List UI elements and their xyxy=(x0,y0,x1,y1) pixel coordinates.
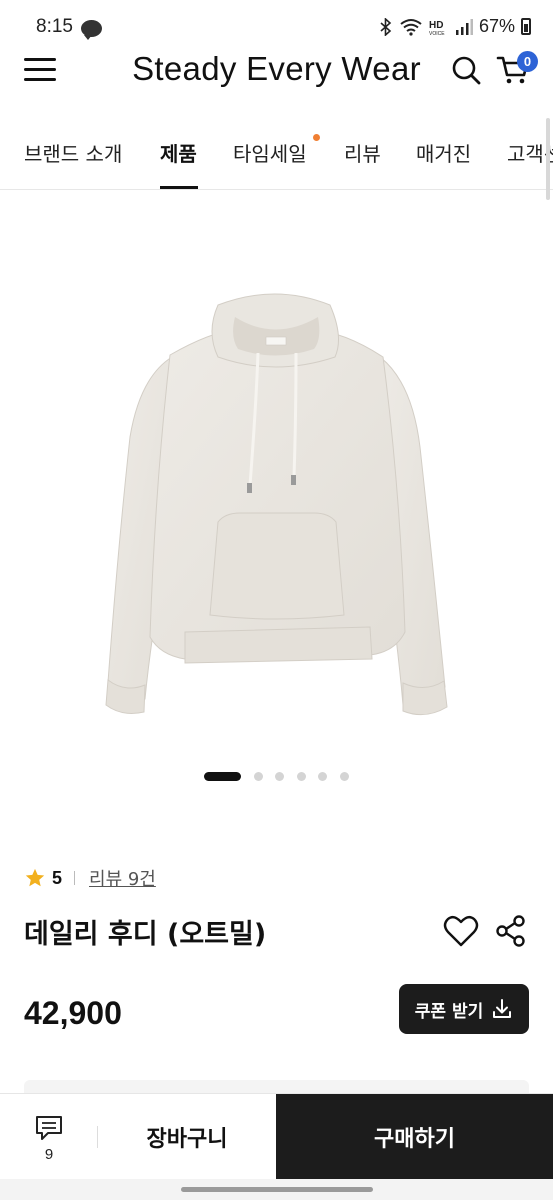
gesture-bar xyxy=(0,1179,553,1200)
gallery-dot-6[interactable] xyxy=(340,772,349,781)
hd-voice-icon: HDVOICE xyxy=(429,20,445,36)
nav-magazine[interactable]: 매거진 xyxy=(416,138,471,167)
svg-text:HD: HD xyxy=(429,20,443,31)
nav-reviews[interactable]: 리뷰 xyxy=(344,138,381,167)
menu-icon[interactable] xyxy=(24,56,56,82)
home-indicator[interactable] xyxy=(181,1187,373,1192)
gallery-pagination xyxy=(0,768,553,784)
category-nav: 브랜드 소개 제품 타임세일 리뷰 매거진 고객센터 xyxy=(0,120,553,190)
nav-active-indicator xyxy=(160,186,198,189)
add-to-cart-button[interactable]: 장바구니 xyxy=(98,1094,276,1180)
gallery-dot-4[interactable] xyxy=(297,772,306,781)
status-time: 8:15 xyxy=(36,16,73,37)
product-title: 데일리 후디 (오트밀) xyxy=(24,919,267,950)
product-rating: 5 리뷰 9건 xyxy=(24,864,156,892)
star-icon xyxy=(25,868,45,887)
coupon-download-button[interactable]: 쿠폰 받기 xyxy=(399,984,529,1034)
status-indicators: HD VOICE 67% xyxy=(379,16,531,37)
download-icon xyxy=(493,999,512,1018)
gallery-dot-3[interactable] xyxy=(275,772,284,781)
hoodie-oatmeal-image xyxy=(105,293,448,716)
bottom-action-bar: 9 장바구니 구매하기 xyxy=(0,1093,553,1180)
battery-percent: 67% xyxy=(478,16,515,36)
rating-divider xyxy=(74,871,76,885)
review-count-link[interactable]: 리뷰 9건 xyxy=(89,865,156,891)
product-gallery[interactable] xyxy=(0,191,553,801)
message-icon xyxy=(36,1116,62,1140)
coupon-label: 쿠폰 받기 xyxy=(414,1001,484,1022)
gallery-dot-1[interactable] xyxy=(204,772,241,781)
nav-brand-intro[interactable]: 브랜드 소개 xyxy=(24,138,122,167)
inquiry-button[interactable]: 9 xyxy=(26,1110,72,1166)
svg-text:VOICE: VOICE xyxy=(429,31,445,36)
wifi-icon xyxy=(400,18,422,36)
rating-score: 5 xyxy=(52,867,63,888)
cart-count-badge: 0 xyxy=(517,51,538,72)
nav-time-sale[interactable]: 타임세일 xyxy=(233,138,307,167)
product-price: 42,900 xyxy=(24,995,122,1031)
search-icon[interactable] xyxy=(450,54,482,86)
signal-icon xyxy=(455,18,473,35)
bluetooth-icon xyxy=(380,17,392,36)
heart-icon[interactable] xyxy=(443,914,479,948)
gallery-dot-2[interactable] xyxy=(254,772,263,781)
gallery-dot-5[interactable] xyxy=(318,772,327,781)
inquiry-count: 9 xyxy=(44,1146,54,1163)
battery-icon xyxy=(521,18,531,35)
scrollbar[interactable] xyxy=(546,118,550,200)
app-header: Steady Every Wear 0 xyxy=(0,42,553,104)
share-icon[interactable] xyxy=(494,914,528,948)
nav-products[interactable]: 제품 xyxy=(160,138,197,167)
buy-now-button[interactable]: 구매하기 xyxy=(276,1094,553,1180)
kakaotalk-icon xyxy=(81,20,102,40)
new-indicator-dot xyxy=(313,134,320,141)
